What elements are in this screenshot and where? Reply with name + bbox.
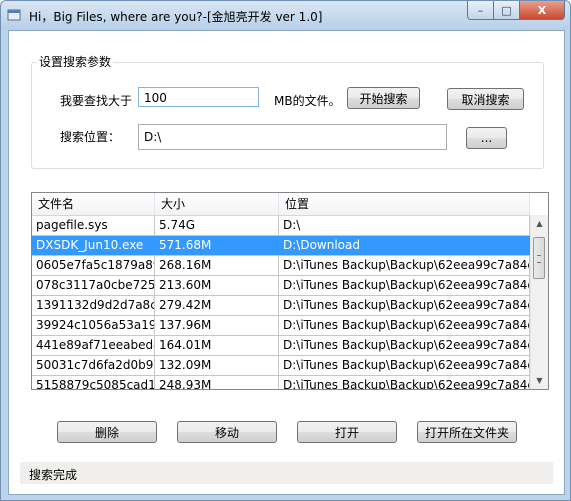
close-button[interactable]: X	[520, 1, 565, 20]
table-row[interactable]: DXSDK_Jun10.exe 571.68M D:\Download	[32, 236, 530, 256]
cell-location: D:\	[279, 216, 530, 235]
cell-location: D:\iTunes Backup\Backup\62eea99c7a84c	[279, 316, 530, 335]
cell-size: 213.60M	[155, 276, 279, 295]
cell-size: 132.09M	[155, 356, 279, 375]
browse-button[interactable]: ...	[466, 127, 507, 149]
scroll-thumb[interactable]	[533, 237, 545, 279]
cell-name: 39924c1056a53a19c	[32, 316, 155, 335]
status-text: 搜索完成	[29, 468, 78, 482]
cell-name: pagefile.sys	[32, 216, 155, 235]
location-input[interactable]: D:\	[138, 124, 447, 150]
status-bar: 搜索完成	[20, 462, 553, 484]
cell-location: D:\iTunes Backup\Backup\62eea99c7a84c	[279, 256, 530, 275]
cell-location: D:\Download	[279, 236, 530, 255]
search-params-group	[31, 62, 544, 169]
cell-size: 248.93M	[155, 376, 279, 389]
cell-location: D:\iTunes Backup\Backup\62eea99c7a84c	[279, 356, 530, 375]
minimize-button[interactable]: –	[467, 1, 494, 20]
table-row[interactable]: 39924c1056a53a19c 137.96M D:\iTunes Backup…	[32, 316, 530, 336]
file-list[interactable]: 文件名 大小 位置 pagefile.sys 5.74G D:\ DXSDK_Jun1…	[31, 192, 549, 390]
size-unit-label: MB的文件。	[274, 94, 341, 108]
cell-location: D:\iTunes Backup\Backup\62eea99c7a84c	[279, 276, 530, 295]
table-row[interactable]: pagefile.sys 5.74G D:\	[32, 216, 530, 236]
group-title: 设置搜索参数	[37, 53, 114, 70]
client-area: 设置搜索参数 我要查找大于 100 MB的文件。 开始搜索 取消搜索 搜索位置：…	[8, 30, 565, 495]
scroll-up-icon[interactable]: ▲	[531, 215, 548, 232]
delete-button[interactable]: 删除	[57, 421, 157, 443]
window-controls: – □ X	[467, 1, 565, 20]
cell-name: 50031c7d6fa2d0b9e	[32, 356, 155, 375]
cell-size: 137.96M	[155, 316, 279, 335]
cell-name: 441e89af71eeabed4	[32, 336, 155, 355]
table-row[interactable]: 50031c7d6fa2d0b9e 132.09M D:\iTunes Backup…	[32, 356, 530, 376]
table-row[interactable]: 5158879c5085cad1a 248.93M D:\iTunes Backup…	[32, 376, 530, 389]
size-input[interactable]: 100	[138, 87, 259, 107]
column-header-size[interactable]: 大小	[155, 193, 279, 215]
open-folder-button[interactable]: 打开所在文件夹	[417, 421, 517, 443]
cell-size: 571.68M	[155, 236, 279, 255]
table-row[interactable]: 441e89af71eeabed4 164.01M D:\iTunes Backup…	[32, 336, 530, 356]
column-header-location[interactable]: 位置	[279, 193, 530, 215]
cell-name: 1391132d9d2d7a8c	[32, 296, 155, 315]
move-button[interactable]: 移动	[177, 421, 277, 443]
title-bar[interactable]: Hi，Big Files, where are you?-[金旭亮开发 ver …	[1, 1, 570, 30]
table-row[interactable]: 1391132d9d2d7a8c 279.42M D:\iTunes Backup\…	[32, 296, 530, 316]
cell-name: 5158879c5085cad1a	[32, 376, 155, 389]
cell-name: DXSDK_Jun10.exe	[32, 236, 155, 255]
size-label: 我要查找大于	[60, 94, 133, 108]
column-header-name[interactable]: 文件名	[32, 193, 155, 215]
cell-size: 164.01M	[155, 336, 279, 355]
open-button[interactable]: 打开	[297, 421, 397, 443]
maximize-button[interactable]: □	[494, 1, 520, 20]
window-title: Hi，Big Files, where are you?-[金旭亮开发 ver …	[29, 10, 323, 24]
list-header: 文件名 大小 位置	[32, 193, 530, 216]
cell-name: 078c3117a0cbe7252	[32, 276, 155, 295]
table-row[interactable]: 078c3117a0cbe7252 213.60M D:\iTunes Backup…	[32, 276, 530, 296]
cell-size: 268.16M	[155, 256, 279, 275]
app-icon	[7, 9, 21, 21]
start-search-button[interactable]: 开始搜索	[347, 87, 420, 109]
cell-location: D:\iTunes Backup\Backup\62eea99c7a84c	[279, 296, 530, 315]
location-label: 搜索位置：	[60, 130, 121, 144]
cell-location: D:\iTunes Backup\Backup\62eea99c7a84c	[279, 336, 530, 355]
cell-location: D:\iTunes Backup\Backup\62eea99c7a84c	[279, 376, 530, 389]
scroll-down-icon[interactable]: ▼	[531, 372, 548, 389]
cancel-search-button[interactable]: 取消搜索	[447, 88, 524, 110]
vertical-scrollbar[interactable]: ▲ ▼	[530, 215, 548, 389]
cell-name: 0605e7fa5c1879a89	[32, 256, 155, 275]
app-window: Hi，Big Files, where are you?-[金旭亮开发 ver …	[0, 0, 571, 501]
cell-size: 279.42M	[155, 296, 279, 315]
list-rows: pagefile.sys 5.74G D:\ DXSDK_Jun10.exe 571.6…	[32, 216, 530, 389]
table-row[interactable]: 0605e7fa5c1879a89 268.16M D:\iTunes Backup…	[32, 256, 530, 276]
cell-size: 5.74G	[155, 216, 279, 235]
